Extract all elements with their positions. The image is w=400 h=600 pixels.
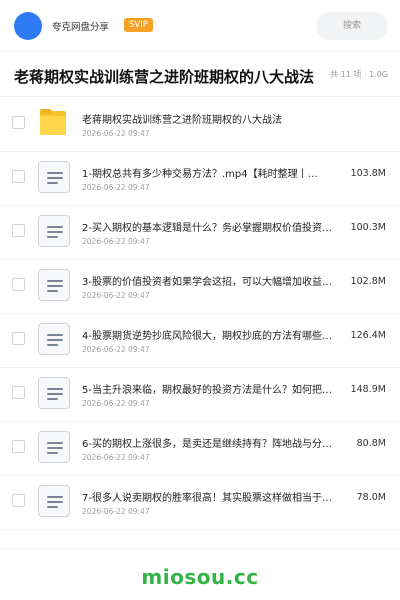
item-name[interactable]: 3-股票的价值投资者如果学会这招，可以大幅增加收益… [82,273,350,288]
item-size: 100.3M [350,222,386,233]
item-date: 2026-06-22 09:47 [82,129,150,138]
file-icon [38,431,70,463]
list-item[interactable]: 1-期权总共有多少种交易方法？.mp4【耗时整理丨… 2026-06-22 09… [0,152,400,206]
list-item[interactable]: 老蒋期权实战训练营之进阶班期权的八大战法 2026-06-22 09:47 [0,98,400,152]
page-title: 老蒋期权实战训练营之进阶班期权的八大战法 [14,68,315,86]
svip-badge[interactable]: SVIP [124,18,153,32]
item-name[interactable]: 4-股票期货逆势抄底风险很大，期权抄底的方法有哪些… [82,327,350,342]
file-icon [38,377,70,409]
item-date: 2026-06-22 09:47 [82,291,150,300]
item-date: 2026-06-22 09:47 [82,507,150,516]
brand-name: 夸克网盘分享 [52,22,110,33]
footer: miosou.cc [0,548,400,600]
watermark: miosou.cc [141,565,259,589]
item-size: 103.8M [350,168,386,179]
file-icon [38,323,70,355]
file-list: 老蒋期权实战训练营之进阶班期权的八大战法 2026-06-22 09:47 1-… [0,98,400,530]
item-name[interactable]: 6-买的期权上涨很多，是卖还是继续持有？阵地战与分… [82,435,350,450]
row-checkbox[interactable] [12,170,25,183]
item-name[interactable]: 2-买入期权的基本逻辑是什么？务必掌握期权价值投资… [82,219,350,234]
share-title-bar: 老蒋期权实战训练营之进阶班期权的八大战法 共 11 项 · 1.0G [0,53,400,97]
item-date: 2026-06-22 09:47 [82,453,150,462]
list-item[interactable]: 4-股票期货逆势抄底风险很大，期权抄底的方法有哪些… 2026-06-22 09… [0,314,400,368]
row-checkbox[interactable] [12,440,25,453]
list-item[interactable]: 6-买的期权上涨很多，是卖还是继续持有？阵地战与分… 2026-06-22 09… [0,422,400,476]
file-icon [38,161,70,193]
item-date: 2026-06-22 09:47 [82,237,150,246]
item-date: 2026-06-22 09:47 [82,399,150,408]
item-date: 2026-06-22 09:47 [82,183,150,192]
row-checkbox[interactable] [12,224,25,237]
avatar[interactable] [14,12,42,40]
list-item[interactable]: 5-当主升浪来临，期权最好的投资方法是什么？如何把… 2026-06-22 09… [0,368,400,422]
file-icon [38,215,70,247]
item-size: 78.0M [356,492,386,503]
item-name[interactable]: 5-当主升浪来临，期权最好的投资方法是什么？如何把… [82,381,350,396]
folder-icon [38,107,70,139]
file-icon [38,269,70,301]
item-size: 148.9M [350,384,386,395]
item-name[interactable]: 7-很多人说卖期权的胜率很高！其实股票这样做相当于… [82,489,350,504]
row-checkbox[interactable] [12,116,25,129]
item-size: 102.8M [350,276,386,287]
item-size: 126.4M [350,330,386,341]
list-item[interactable]: 2-买入期权的基本逻辑是什么？务必掌握期权价值投资… 2026-06-22 09… [0,206,400,260]
item-name[interactable]: 老蒋期权实战训练营之进阶班期权的八大战法 [82,111,382,126]
row-checkbox[interactable] [12,386,25,399]
row-checkbox[interactable] [12,332,25,345]
search-button[interactable]: 搜索 [316,12,388,40]
item-size: 80.8M [356,438,386,449]
row-checkbox[interactable] [12,278,25,291]
list-item[interactable]: 7-很多人说卖期权的胜率很高！其实股票这样做相当于… 2026-06-22 09… [0,476,400,530]
row-checkbox[interactable] [12,494,25,507]
app-header: 夸克网盘分享 SVIP 搜索 [0,0,400,52]
share-meta: 共 11 项 · 1.0G [330,70,388,79]
item-name[interactable]: 1-期权总共有多少种交易方法？.mp4【耗时整理丨… [82,165,350,180]
item-date: 2026-06-22 09:47 [82,345,150,354]
file-icon [38,485,70,517]
list-item[interactable]: 3-股票的价值投资者如果学会这招，可以大幅增加收益… 2026-06-22 09… [0,260,400,314]
